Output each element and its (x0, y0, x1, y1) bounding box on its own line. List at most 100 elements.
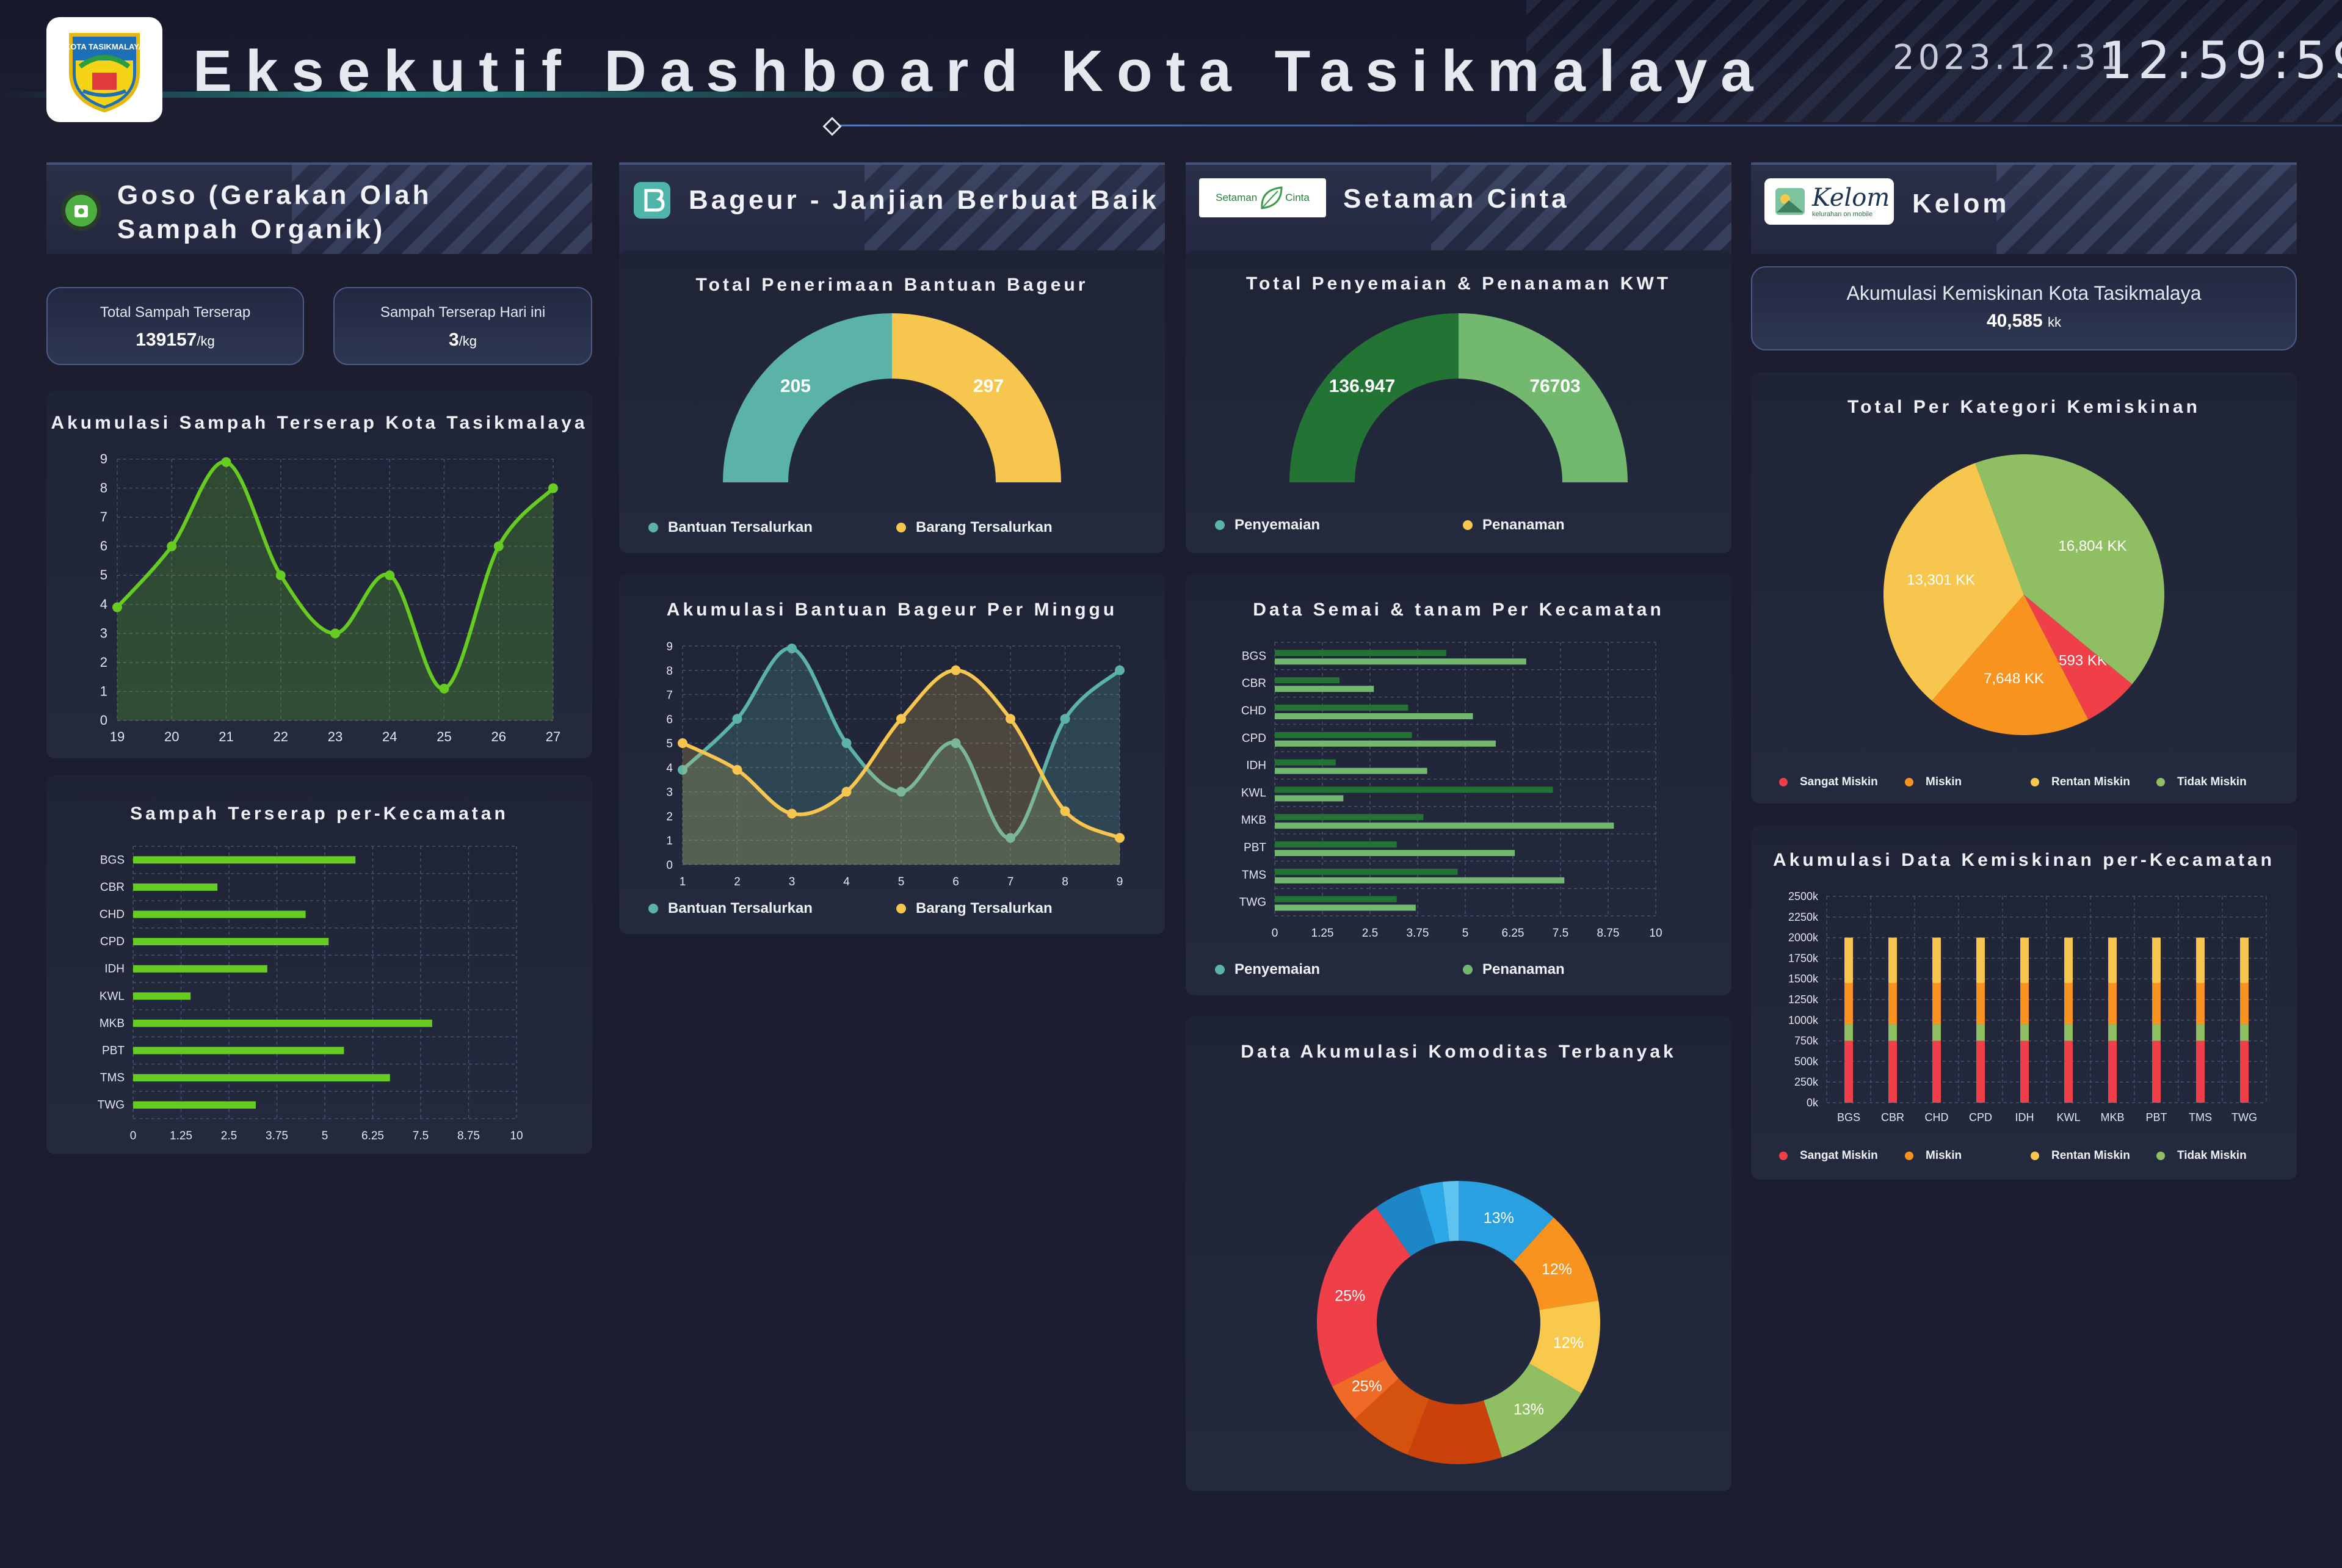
x-tick-label: 6.25 (1502, 927, 1524, 940)
recycle-icon (61, 191, 101, 231)
slice-label: 13,301 KK (1907, 572, 1975, 588)
y-tick-label: 500k (1794, 1055, 1819, 1067)
bar (1275, 822, 1614, 829)
x-tick-label: 4 (843, 876, 850, 888)
bageur-gauge-card: Total Penerimaan Bantuan Bageur 205 297 B… (619, 250, 1165, 553)
y-tick-label: 6 (666, 713, 673, 726)
x-tick-label: 7.5 (413, 1130, 429, 1142)
setaman-bar-legend-2: Penanaman (1463, 961, 1565, 978)
category-label: CBR (100, 881, 125, 894)
goso-title: Goso (Gerakan Olah Sampah Organik) (117, 180, 432, 244)
bar (1275, 740, 1496, 747)
x-tick-label: 1.25 (1311, 927, 1334, 940)
kelom-emblem-icon (1775, 188, 1805, 215)
category-label: KWL (100, 990, 125, 1003)
bageur-line-legend-2: Barang Tersalurkan (896, 900, 1053, 917)
kelom-logo: Kelom kelurahan on mobile (1764, 178, 1894, 225)
x-tick-label: 25 (437, 729, 451, 744)
data-point (787, 808, 797, 819)
bageur-section-header: Bageur - Janjian Berbuat Baik (619, 162, 1165, 254)
stacked-bar-segment (2240, 1040, 2249, 1103)
stacked-bar-segment (2152, 1024, 2161, 1041)
category-label: TMS (100, 1072, 125, 1084)
y-tick-label: 1000k (1788, 1014, 1819, 1026)
data-point (1006, 714, 1015, 724)
y-tick-label: 8 (100, 481, 107, 496)
x-tick-label: 20 (164, 729, 179, 744)
page-title: Eksekutif Dashboard Kota Tasikmalaya (193, 38, 1767, 104)
y-tick-label: 5 (100, 567, 107, 583)
x-tick-label: 26 (491, 729, 506, 744)
gauge-label: 297 (973, 376, 1004, 396)
slice-label: 13% (1514, 1401, 1544, 1418)
header-date: 2023.12.31 (1893, 38, 2125, 78)
goso-total-stat: Total Sampah Terserap 139157/kg (46, 287, 304, 365)
setaman-gauge-chart: 136.947 76703 (1289, 313, 1628, 482)
bageur-title: Bageur - Janjian Berbuat Baik (689, 185, 1159, 215)
stacked-bar-segment (2152, 982, 2161, 1025)
stacked-bar-segment (2108, 982, 2117, 1025)
data-point (896, 714, 906, 724)
stacked-bar-segment (2196, 1040, 2205, 1103)
series-area (117, 462, 553, 720)
stacked-bar-segment (2152, 1040, 2161, 1103)
y-tick-label: 3 (666, 786, 673, 799)
gauge-segment (723, 313, 892, 482)
data-point (493, 541, 504, 551)
stacked-bar-segment (1932, 937, 1941, 983)
x-tick-label: 7 (1007, 876, 1014, 888)
kelom-total-stat: Akumulasi Kemiskinan Kota Tasikmalaya 40… (1751, 266, 2297, 350)
goso-line-chart: 19 20 21 22 23 24 25 26 270123456789 (100, 451, 560, 744)
x-tick-label: 6.25 (361, 1130, 384, 1142)
x-tick-label: CHD (1925, 1111, 1949, 1123)
category-label: IDH (104, 963, 125, 976)
bar (1275, 768, 1427, 774)
goso-today-label: Sampah Terserap Hari ini (380, 304, 546, 321)
x-tick-label: 1 (680, 876, 686, 888)
setaman-bar-card: Data Semai & tanam Per Kecamatan 0 1.25 2.… (1186, 574, 1731, 995)
category-label: PBT (1244, 841, 1266, 854)
data-point (678, 738, 687, 749)
bar (1275, 814, 1424, 821)
stacked-bar-segment (2064, 1024, 2073, 1041)
y-tick-label: 2 (666, 810, 673, 823)
kelom-section-header: Kelom kelurahan on mobile Kelom (1751, 162, 2297, 254)
gauge-label: 205 (780, 376, 811, 396)
bar (1275, 713, 1473, 719)
bar (1275, 904, 1416, 911)
data-point (1060, 806, 1070, 816)
bar (133, 910, 306, 918)
bar (1275, 795, 1344, 802)
x-tick-label: 0 (130, 1130, 137, 1142)
x-tick-label: KWL (2056, 1111, 2080, 1123)
x-tick-label: 9 (1117, 876, 1123, 888)
slice-label: 12% (1542, 1261, 1572, 1278)
data-point (841, 786, 852, 797)
setaman-gauge-legend-1: Penyemaian (1215, 517, 1320, 534)
x-tick-label: PBT (2145, 1111, 2167, 1123)
x-tick-label: TMS (2189, 1111, 2212, 1123)
stacked-bar-segment (2240, 937, 2249, 983)
setaman-gauge-card: Total Penyemaian & Penanaman KWT 136.947… (1186, 250, 1731, 553)
data-point (951, 665, 961, 675)
kelom-pie-legend-4: Tidak Miskin (2156, 775, 2247, 789)
y-tick-label: 6 (100, 539, 107, 554)
category-label: CPD (100, 935, 125, 948)
bar (1275, 705, 1408, 711)
y-tick-label: 7 (666, 689, 673, 702)
data-point (1060, 714, 1070, 724)
bar (1275, 896, 1397, 902)
y-tick-label: 2250k (1788, 911, 1819, 923)
data-point (732, 764, 742, 775)
category-label: BGS (1242, 650, 1266, 662)
bageur-gauge-chart: 205 297 (723, 313, 1061, 482)
stacked-bar-segment (1888, 937, 1897, 983)
goso-today-stat: Sampah Terserap Hari ini 3/kg (333, 287, 592, 365)
x-tick-label: 7.5 (1553, 927, 1568, 940)
kelom-pie-legend-2: Miskin (1905, 775, 1962, 789)
y-tick-label: 1750k (1788, 952, 1819, 964)
y-tick-label: 3 (100, 625, 107, 641)
stacked-bar-segment (1888, 1024, 1897, 1041)
emblem-text: KOTA TASIKMALAYA (65, 42, 145, 51)
gauge-segment (892, 313, 1061, 482)
